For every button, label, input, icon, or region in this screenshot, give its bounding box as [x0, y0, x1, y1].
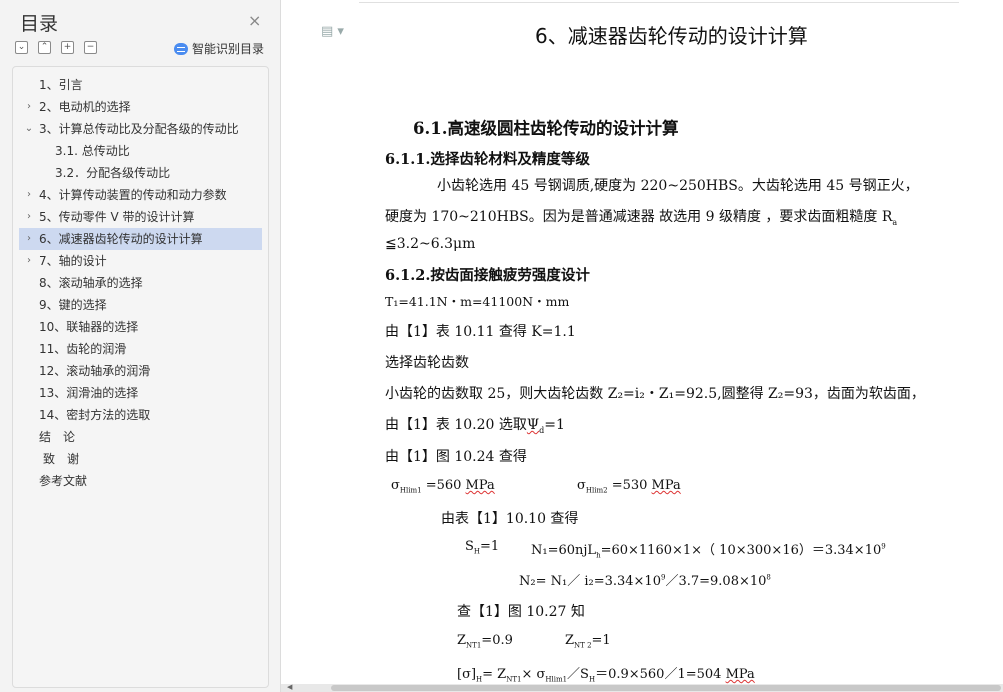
formula-line: ZNT 2=1	[565, 633, 611, 650]
chevron-down-icon[interactable]: ⌄	[23, 118, 35, 140]
toc-item-label: 2、电动机的选择	[39, 100, 131, 114]
scroll-left-icon[interactable]: ◀	[287, 683, 292, 691]
toc-item-label: 3.2．分配各级传动比	[55, 166, 171, 180]
toc-item[interactable]: 参考文献	[19, 470, 262, 492]
toc-item-label: 10、联轴器的选择	[39, 320, 139, 334]
smart-toc-label: 智能识别目录	[192, 42, 265, 56]
paragraph-line: 由表【1】10.10 查得	[441, 511, 579, 527]
toc-item[interactable]: 8、滚动轴承的选择	[19, 272, 262, 294]
chevron-right-icon[interactable]: ›	[23, 228, 35, 250]
toc-item-label: 6、减速器齿轮传动的设计计算	[39, 232, 203, 246]
toc-item-label: 3、计算总传动比及分配各级的传动比	[39, 122, 239, 136]
paragraph-line: 小齿轮选用 45 号钢调质,硬度为 220~250HBS。大齿轮选用 45 号钢…	[437, 178, 919, 194]
chevron-right-icon[interactable]: ›	[23, 96, 35, 118]
expand-all-icon[interactable]: ⌃	[38, 41, 51, 54]
formula-line: N₁=60njLh=60×1160×1×（ 10×300×16）＝3.34×10…	[531, 542, 886, 560]
paragraph-line: 由【1】图 10.24 查得	[385, 449, 527, 465]
toc-item[interactable]: 3.1. 总传动比	[19, 140, 262, 162]
formula-line: T₁=41.1N・m=41100N・mm	[385, 294, 570, 309]
paragraph-line: 由【1】表 10.20 选取Ψd=1	[385, 417, 565, 435]
toc-item-label: 4、计算传动装置的传动和动力参数	[39, 188, 227, 202]
toc-item-label: 12、滚动轴承的润滑	[39, 364, 151, 378]
toc-item-label: 11、齿轮的润滑	[39, 342, 127, 356]
toc-item[interactable]: › 4、计算传动装置的传动和动力参数	[19, 184, 262, 206]
toc-item-label: 5、传动零件 V 带的设计计算	[39, 210, 195, 224]
toc-toolbar: ⌄ ⌃ + −	[15, 41, 97, 54]
smart-toc-button[interactable]: 智能识别目录	[174, 40, 264, 57]
paragraph-line: 查【1】图 10.27 知	[457, 604, 585, 620]
sidebar-title: 目录	[20, 13, 59, 35]
close-icon[interactable]: ×	[248, 11, 261, 30]
horizontal-scrollbar[interactable]: ◀	[281, 683, 1003, 692]
toc-item[interactable]: 致 谢	[19, 448, 262, 470]
toc-item-label: 1、引言	[39, 78, 83, 92]
formula-line: σHlim2 =530 MPa	[577, 478, 681, 495]
formula-line: N₂= N₁／ i₂=3.34×109／3.7=9.08×108	[519, 573, 771, 589]
paragraph-line: 小齿轮的齿数取 25，则大齿轮齿数 Z₂=i₂・Z₁=92.5,圆整得 Z₂=9…	[385, 386, 925, 402]
paragraph-line: 选择齿轮齿数	[385, 355, 469, 371]
toc-item[interactable]: 14、密封方法的选取	[19, 404, 262, 426]
subsection-heading-612: 6.1.2.按齿面接触疲劳强度设计	[385, 267, 590, 284]
toc-item[interactable]: 结 论	[19, 426, 262, 448]
paragraph-line: 由【1】表 10.11 查得 K=1.1	[385, 324, 576, 340]
toc-item-label: 7、轴的设计	[39, 254, 107, 268]
toc-item[interactable]: › 7、轴的设计	[19, 250, 262, 272]
toc-item[interactable]: 13、润滑油的选择	[19, 382, 262, 404]
toc-item[interactable]: 11、齿轮的润滑	[19, 338, 262, 360]
remove-icon[interactable]: −	[84, 41, 97, 54]
toc-item[interactable]: 12、滚动轴承的润滑	[19, 360, 262, 382]
toc-item[interactable]: › 2、电动机的选择	[19, 96, 262, 118]
toc-item[interactable]: 10、联轴器的选择	[19, 316, 262, 338]
scrollbar-thumb[interactable]	[331, 685, 1001, 691]
toc-item-label: 致 谢	[43, 452, 80, 466]
paragraph-line: ≦3.2~6.3μm	[385, 236, 476, 252]
page-top-border	[359, 2, 959, 3]
toc-item-label: 9、键的选择	[39, 298, 107, 312]
formula-line: σHlim1 =560 MPa	[391, 478, 495, 495]
document-page: ▤ ▾ 6、减速器齿轮传动的设计计算 6.1.高速级圆柱齿轮传动的设计计算 6.…	[281, 0, 1003, 692]
toc-item[interactable]: › 5、传动零件 V 带的设计计算	[19, 206, 262, 228]
chevron-right-icon[interactable]: ›	[23, 250, 35, 272]
section-heading: 6.1.高速级圆柱齿轮传动的设计计算	[413, 119, 679, 138]
document-menu-icon[interactable]: ▤ ▾	[321, 24, 344, 39]
formula-line: [σ]H= ZNT1× σHlim1／SH＝0.9×560／1=504 MPa	[457, 667, 755, 684]
page-title: 6、减速器齿轮传动的设计计算	[535, 24, 808, 48]
toc-list: 1、引言 › 2、电动机的选择 ⌄ 3、计算总传动比及分配各级的传动比 3.1. 总传动比…	[12, 66, 269, 688]
collapse-all-icon[interactable]: ⌄	[15, 41, 28, 54]
toc-item-label: 3.1. 总传动比	[55, 144, 130, 158]
cloud-eye-icon	[174, 42, 188, 55]
toc-item-label: 8、滚动轴承的选择	[39, 276, 143, 290]
toc-item[interactable]: 1、引言	[19, 74, 262, 96]
toc-sidebar: 目录 × ⌄ ⌃ + − 智能识别目录 1、引言 › 2、电动机的选择 ⌄ 3、计算总传…	[0, 0, 281, 692]
formula-line: SH=1	[465, 539, 500, 556]
toc-item[interactable]: 3.2．分配各级传动比	[19, 162, 262, 184]
toc-item[interactable]: ⌄ 3、计算总传动比及分配各级的传动比	[19, 118, 262, 140]
paragraph-line: 硬度为 170~210HBS。因为是普通减速器 故选用 9 级精度 ，要求齿面粗…	[385, 209, 898, 227]
formula-line: ZNT1=0.9	[457, 633, 513, 650]
toc-item-label: 14、密封方法的选取	[39, 408, 151, 422]
chevron-right-icon[interactable]: ›	[23, 206, 35, 228]
chevron-right-icon[interactable]: ›	[23, 184, 35, 206]
toc-item-label: 13、润滑油的选择	[39, 386, 139, 400]
subsection-heading-611: 6.1.1.选择齿轮材料及精度等级	[385, 151, 590, 168]
add-icon[interactable]: +	[61, 41, 74, 54]
toc-item-label: 结 论	[39, 430, 76, 444]
toc-item[interactable]: 9、键的选择	[19, 294, 262, 316]
toc-item[interactable]: › 6、减速器齿轮传动的设计计算	[19, 228, 262, 250]
toc-item-label: 参考文献	[39, 474, 88, 488]
